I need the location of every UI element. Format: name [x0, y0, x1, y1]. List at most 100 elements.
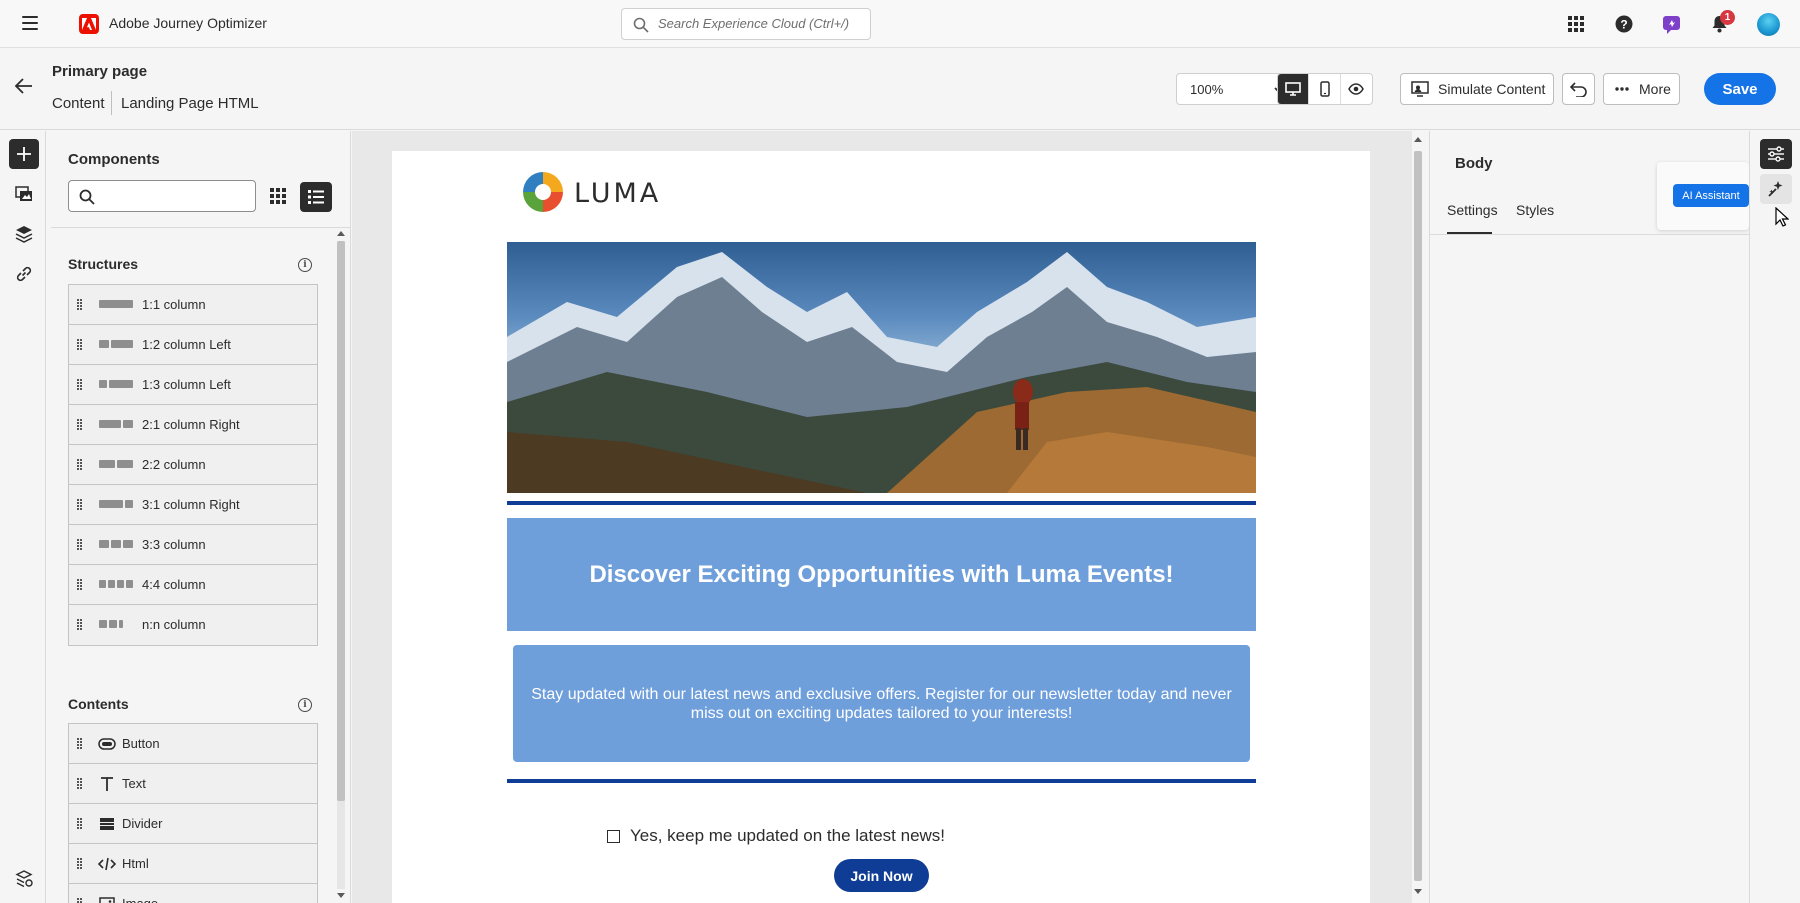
luma-logo-mark[interactable] [523, 172, 563, 212]
feedback-icon[interactable] [1660, 13, 1682, 35]
structure-item[interactable]: 1:2 column Left [69, 325, 317, 365]
body-text-block[interactable]: Stay updated with our latest news and ex… [513, 645, 1250, 762]
ai-assistant-button[interactable]: AI Assistant [1673, 184, 1749, 207]
drag-handle-icon[interactable] [77, 737, 83, 751]
avatar[interactable] [1757, 13, 1780, 36]
structure-layout-icon [99, 580, 133, 590]
tab-settings[interactable]: Settings [1447, 202, 1498, 218]
structure-layout-icon [99, 500, 133, 510]
preview-eye-icon[interactable] [1341, 74, 1372, 104]
content-item-image[interactable]: Image [69, 884, 317, 903]
structure-layout-icon [99, 420, 133, 430]
content-item-divider[interactable]: Divider [69, 804, 317, 844]
app-title[interactable]: Adobe Journey Optimizer [109, 15, 267, 31]
save-button[interactable]: Save [1704, 73, 1776, 105]
luma-logo-text[interactable]: LUMA [574, 178, 661, 209]
heading-banner[interactable]: Discover Exciting Opportunities with Lum… [507, 518, 1256, 631]
breadcrumb-separator [111, 91, 112, 115]
undo-button[interactable] [1562, 73, 1595, 105]
structure-layout-icon [99, 620, 123, 630]
info-icon[interactable]: i [298, 258, 312, 272]
components-search-input[interactable] [68, 180, 256, 212]
simulate-content-label: Simulate Content [1438, 81, 1546, 97]
grid-view-icon[interactable] [263, 182, 293, 210]
back-arrow-icon[interactable] [14, 76, 36, 98]
drag-handle-icon[interactable] [77, 578, 83, 592]
drag-handle-icon[interactable] [77, 777, 83, 791]
info-icon[interactable]: i [298, 698, 312, 712]
structure-item[interactable]: 3:1 column Right [69, 485, 317, 525]
more-button[interactable]: More [1603, 73, 1680, 105]
apps-grid-icon[interactable] [1565, 13, 1587, 35]
tab-styles[interactable]: Styles [1516, 202, 1554, 218]
drag-handle-icon[interactable] [77, 538, 83, 552]
scroll-up-icon[interactable] [337, 230, 345, 236]
global-search[interactable] [621, 8, 871, 40]
help-icon[interactable]: ? [1613, 13, 1635, 35]
simulate-content-button[interactable]: Simulate Content [1400, 73, 1554, 105]
canvas-scrollbar[interactable] [1411, 131, 1425, 903]
undo-icon [1569, 82, 1587, 97]
newsletter-checkbox[interactable] [607, 829, 620, 843]
layers-icon[interactable] [9, 219, 39, 249]
divider-top[interactable] [507, 501, 1256, 505]
properties-panel: Body Settings Styles [1429, 131, 1750, 903]
assets-icon[interactable] [9, 179, 39, 209]
drag-handle-icon[interactable] [77, 298, 83, 312]
right-rail [1749, 131, 1800, 903]
link-icon[interactable] [9, 259, 39, 289]
scroll-down-icon[interactable] [1414, 889, 1422, 895]
banner-heading[interactable]: Discover Exciting Opportunities with Lum… [589, 561, 1173, 589]
drag-handle-icon[interactable] [77, 857, 83, 871]
structure-label: 2:2 column [142, 457, 206, 472]
scroll-down-icon[interactable] [337, 893, 345, 899]
structure-item[interactable]: 2:2 column [69, 445, 317, 485]
drag-handle-icon[interactable] [77, 618, 83, 632]
content-label: Divider [122, 816, 163, 831]
structure-item[interactable]: 2:1 column Right [69, 405, 317, 445]
more-dots-icon [1615, 87, 1629, 91]
structure-label: 2:1 column Right [142, 417, 240, 432]
text-icon [97, 775, 117, 793]
notification-badge: 1 [1720, 10, 1735, 25]
properties-sliders-icon[interactable] [1760, 139, 1792, 169]
mobile-view-icon[interactable] [1309, 74, 1341, 104]
ai-sparkle-icon[interactable] [1760, 174, 1792, 204]
structure-item[interactable]: n:n column [69, 605, 317, 645]
add-components-icon[interactable] [9, 139, 39, 169]
components-list: Structures i 1:1 column 1:2 column Left 1:… [51, 227, 350, 903]
content-item-text[interactable]: Text [69, 764, 317, 804]
drag-handle-icon[interactable] [77, 498, 83, 512]
structure-item[interactable]: 3:3 column [69, 525, 317, 565]
structures-heading: Structures [68, 256, 139, 272]
join-now-button[interactable]: Join Now [834, 859, 929, 892]
hero-image[interactable] [507, 242, 1256, 493]
newsletter-optin[interactable]: Yes, keep me updated on the latest news! [607, 826, 945, 846]
body-text[interactable]: Stay updated with our latest news and ex… [525, 685, 1238, 723]
scroll-thumb[interactable] [337, 241, 345, 801]
content-item-html[interactable]: Html [69, 844, 317, 884]
desktop-view-icon[interactable] [1278, 74, 1310, 104]
content-item-button[interactable]: Button [69, 724, 317, 764]
structure-item[interactable]: 1:1 column [69, 285, 317, 325]
drag-handle-icon[interactable] [77, 378, 83, 392]
drag-handle-icon[interactable] [77, 338, 83, 352]
search-input[interactable] [658, 16, 863, 31]
drag-handle-icon[interactable] [77, 458, 83, 472]
structure-item[interactable]: 4:4 column [69, 565, 317, 605]
canvas-scroll-thumb[interactable] [1414, 151, 1422, 881]
menu-icon[interactable] [22, 16, 38, 30]
layers-settings-icon[interactable] [9, 864, 39, 894]
divider-bottom[interactable] [507, 779, 1256, 783]
drag-handle-icon[interactable] [77, 817, 83, 831]
drag-handle-icon[interactable] [77, 418, 83, 432]
structure-item[interactable]: 1:3 column Left [69, 365, 317, 405]
drag-handle-icon[interactable] [77, 897, 83, 903]
newsletter-checkbox-label[interactable]: Yes, keep me updated on the latest news! [630, 826, 945, 846]
scroll-up-icon[interactable] [1414, 136, 1422, 142]
list-view-icon[interactable] [300, 182, 332, 212]
components-scrollbar[interactable] [334, 227, 348, 903]
breadcrumb-content[interactable]: Content [52, 95, 105, 112]
breadcrumb-landing-page[interactable]: Landing Page HTML [121, 95, 259, 112]
adobe-logo[interactable] [79, 14, 99, 34]
